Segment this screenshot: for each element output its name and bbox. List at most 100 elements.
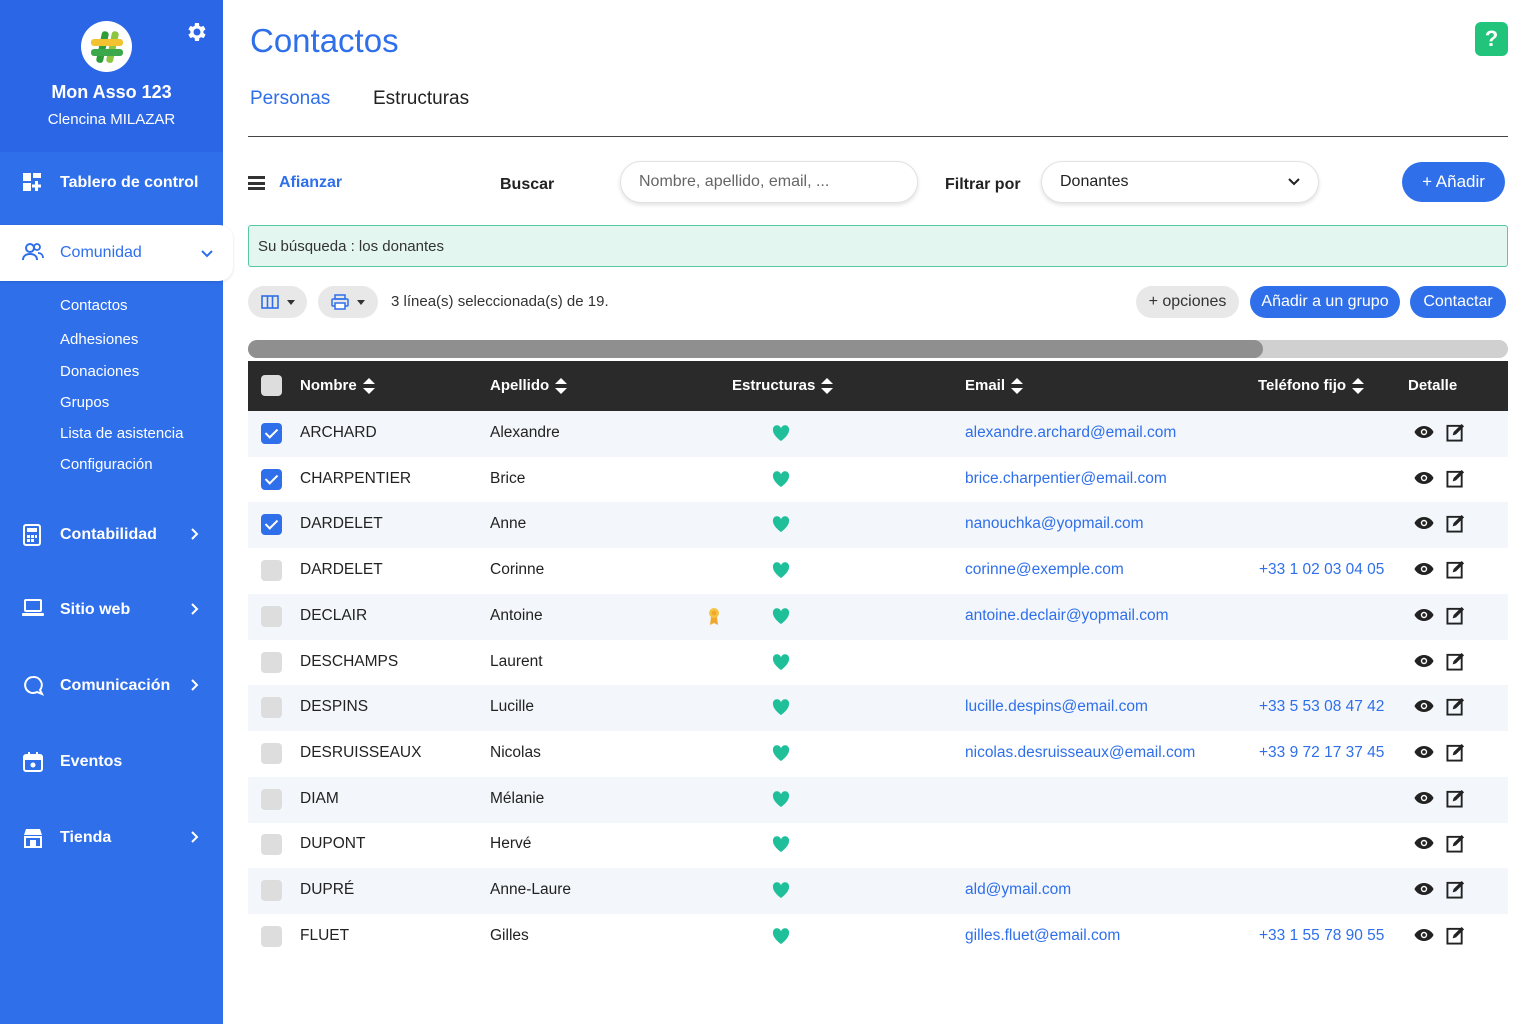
gear-icon[interactable] <box>184 20 208 44</box>
filter-select[interactable]: Donantes <box>1041 161 1319 203</box>
view-icon[interactable] <box>1414 928 1434 944</box>
tab-persons[interactable]: Personas <box>250 88 330 110</box>
table-row[interactable]: DUPRÉ Anne-Laure ald@ymail.com <box>248 868 1508 914</box>
cell-email[interactable]: antoine.declair@yopmail.com <box>965 607 1169 625</box>
tab-structures[interactable]: Estructuras <box>373 88 469 110</box>
view-icon[interactable] <box>1414 425 1434 441</box>
edit-icon[interactable] <box>1446 560 1465 579</box>
sidebar-item-community[interactable]: Comunidad <box>0 225 233 281</box>
row-checkbox[interactable] <box>261 423 282 444</box>
columns-dropdown[interactable] <box>248 286 307 318</box>
edit-icon[interactable] <box>1446 606 1465 625</box>
cell-email[interactable]: corinne@exemple.com <box>965 561 1124 579</box>
cell-email[interactable]: brice.charpentier@email.com <box>965 470 1167 488</box>
table-row[interactable]: DIAM Mélanie <box>248 776 1508 823</box>
scrollbar-thumb[interactable] <box>248 340 1263 358</box>
row-checkbox[interactable] <box>261 834 282 856</box>
view-icon[interactable] <box>1414 699 1434 715</box>
table-row[interactable]: DARDELET Corinne corinne@exemple.com +33 1 … <box>248 548 1508 594</box>
column-header-estructuras[interactable]: Estructuras <box>732 377 834 394</box>
view-icon[interactable] <box>1414 791 1434 807</box>
sidebar-item-website[interactable]: Sitio web <box>0 582 223 638</box>
sidebar-item-dashboard[interactable]: Tablero de control <box>0 155 223 211</box>
column-header-nombre[interactable]: Nombre <box>300 377 375 394</box>
view-icon[interactable] <box>1414 562 1434 578</box>
view-icon[interactable] <box>1414 608 1434 624</box>
sidebar: Mon Asso 123 Clencina MILAZAR Tablero de… <box>0 0 233 1024</box>
edit-icon[interactable] <box>1446 880 1465 899</box>
table-row[interactable]: CHARPENTIER Brice brice.charpentier@email.… <box>248 457 1508 503</box>
view-icon[interactable] <box>1414 516 1434 532</box>
table-row[interactable]: FLUET Gilles gilles.fluet@email.com +33 1 5… <box>248 914 1508 960</box>
search-input[interactable] <box>620 161 918 203</box>
row-checkbox[interactable] <box>261 788 282 810</box>
view-icon[interactable] <box>1414 471 1434 487</box>
edit-icon[interactable] <box>1446 789 1465 808</box>
sidebar-subitem-groups[interactable]: Grupos <box>60 394 109 411</box>
help-button[interactable]: ? <box>1475 22 1508 56</box>
add-to-group-button[interactable]: Añadir a un grupo <box>1250 286 1400 318</box>
edit-icon[interactable] <box>1446 469 1465 488</box>
view-icon[interactable] <box>1414 745 1434 761</box>
horizontal-scrollbar[interactable] <box>248 340 1508 358</box>
edit-icon[interactable] <box>1446 652 1465 671</box>
more-options-button[interactable]: + opciones <box>1136 286 1239 318</box>
view-icon[interactable] <box>1414 836 1434 852</box>
table-row[interactable]: DESRUISSEAUX Nicolas nicolas.desruisseaux@… <box>248 731 1508 777</box>
column-header-telefono[interactable]: Teléfono fijo <box>1258 377 1365 394</box>
cell-email[interactable]: lucille.despins@email.com <box>965 698 1148 716</box>
add-button[interactable]: + Añadir <box>1402 162 1505 202</box>
row-checkbox[interactable] <box>261 742 282 764</box>
refine-button[interactable]: Afianzar <box>248 174 342 192</box>
sort-icon <box>362 377 375 394</box>
sidebar-subitem-memberships[interactable]: Adhesiones <box>60 331 138 348</box>
edit-icon[interactable] <box>1446 743 1465 762</box>
sidebar-subitem-settings[interactable]: Configuración <box>60 456 153 473</box>
sidebar-subitem-attendance[interactable]: Lista de asistencia <box>60 425 183 442</box>
export-dropdown[interactable] <box>318 286 378 318</box>
table-row[interactable]: DUPONT Hervé <box>248 822 1508 868</box>
table-row[interactable]: DESCHAMPS Laurent <box>248 640 1508 686</box>
edit-icon[interactable] <box>1446 423 1465 442</box>
cell-email[interactable]: gilles.fluet@email.com <box>965 927 1120 945</box>
sidebar-item-shop[interactable]: Tienda <box>0 810 223 866</box>
sidebar-item-events[interactable]: Eventos <box>0 734 223 790</box>
sidebar-subitem-donations[interactable]: Donaciones <box>60 363 139 380</box>
table-row[interactable]: DARDELET Anne nanouchka@yopmail.com <box>248 502 1508 549</box>
row-checkbox[interactable] <box>261 697 282 719</box>
row-checkbox[interactable] <box>261 651 282 673</box>
edit-icon[interactable] <box>1446 697 1465 716</box>
select-all-checkbox[interactable] <box>261 375 282 396</box>
table-row[interactable]: ARCHARD Alexandre alexandre.archard@email.… <box>248 411 1508 457</box>
cell-telefono[interactable]: +33 5 53 08 47 42 <box>1259 698 1384 716</box>
table-row[interactable]: DECLAIR Antoine antoine.declair@yopmail.co… <box>248 593 1508 640</box>
cell-nombre: DARDELET <box>300 515 383 533</box>
edit-icon[interactable] <box>1446 514 1465 533</box>
edit-icon[interactable] <box>1446 926 1465 945</box>
cell-email[interactable]: alexandre.archard@email.com <box>965 424 1176 442</box>
view-icon[interactable] <box>1414 654 1434 670</box>
contact-button[interactable]: Contactar <box>1410 286 1506 318</box>
cell-telefono[interactable]: +33 1 55 78 90 55 <box>1259 927 1384 945</box>
view-icon[interactable] <box>1414 882 1434 898</box>
row-checkbox[interactable] <box>261 560 282 582</box>
cell-telefono[interactable]: +33 9 72 17 37 45 <box>1259 744 1384 762</box>
calculator-icon <box>22 524 44 546</box>
row-checkbox[interactable] <box>261 605 282 627</box>
sidebar-subitem-contacts[interactable]: Contactos <box>60 297 128 314</box>
users-icon <box>22 242 44 264</box>
row-checkbox[interactable] <box>261 468 282 490</box>
cell-email[interactable]: nicolas.desruisseaux@email.com <box>965 744 1195 762</box>
row-checkbox[interactable] <box>261 925 282 947</box>
row-checkbox[interactable] <box>261 880 282 901</box>
cell-telefono[interactable]: +33 1 02 03 04 05 <box>1259 561 1384 579</box>
sidebar-item-communication[interactable]: Comunicación <box>0 658 223 714</box>
edit-icon[interactable] <box>1446 834 1465 853</box>
table-row[interactable]: DESPINS Lucille lucille.despins@email.com +… <box>248 685 1508 732</box>
cell-email[interactable]: ald@ymail.com <box>965 881 1071 899</box>
cell-email[interactable]: nanouchka@yopmail.com <box>965 515 1144 533</box>
row-checkbox[interactable] <box>261 514 282 536</box>
sidebar-item-accounting[interactable]: Contabilidad <box>0 507 223 563</box>
column-header-apellido[interactable]: Apellido <box>490 377 568 394</box>
column-header-email[interactable]: Email <box>965 377 1024 394</box>
